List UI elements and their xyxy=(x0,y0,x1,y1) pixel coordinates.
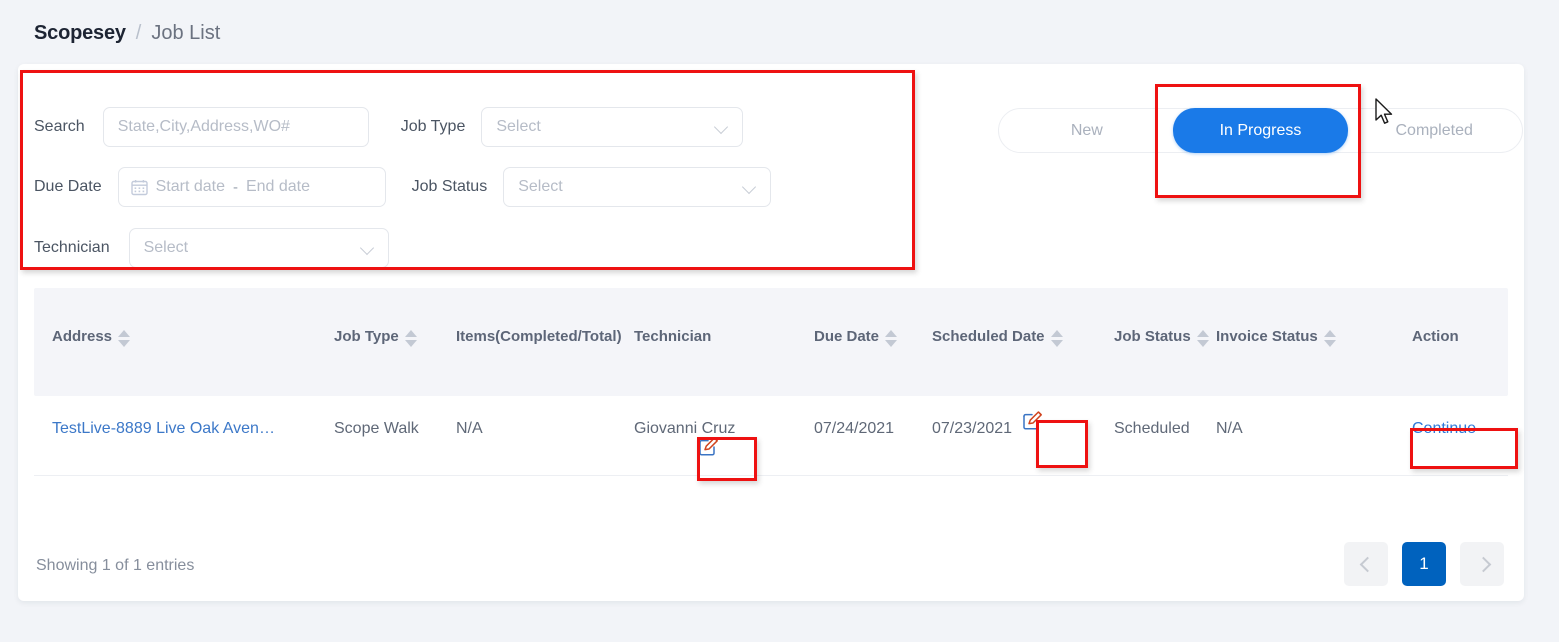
status-tab-group: New In Progress Completed xyxy=(998,108,1523,153)
technician-value: Select xyxy=(143,239,189,256)
breadcrumb-separator: / xyxy=(135,22,142,44)
cell-technician: Giovanni Cruz xyxy=(634,396,814,470)
pagination-next-button[interactable] xyxy=(1460,542,1504,586)
cell-items: N/A xyxy=(456,420,483,437)
job-type-label: Job Type xyxy=(400,118,466,135)
column-header-job-status[interactable]: Job Status xyxy=(1114,288,1216,348)
column-label: Address xyxy=(52,328,113,345)
tab-in-progress[interactable]: In Progress xyxy=(1172,108,1349,153)
column-label: Job Status xyxy=(1114,328,1191,345)
start-date-placeholder: Start date xyxy=(155,178,225,195)
breadcrumb-current-page: Job List xyxy=(151,22,221,44)
cell-address: TestLive-8889 Live Oak Aven… xyxy=(34,396,334,440)
job-list-card: Search State,City,Address,WO# Job Type S… xyxy=(18,64,1524,601)
chevron-down-icon xyxy=(742,179,758,195)
end-date-placeholder: End date xyxy=(245,178,311,195)
job-type-select[interactable]: Select xyxy=(481,107,744,147)
column-label: Due Date xyxy=(814,328,880,345)
technician-name: Giovanni Cruz xyxy=(634,420,736,437)
job-table: Address Job Type Items(Completed/Total) … xyxy=(34,288,1508,476)
column-header-items: Items(Completed/Total) xyxy=(456,288,634,348)
cell-scheduled-date: 07/23/2021 xyxy=(932,396,1114,449)
scheduled-date-edit-button[interactable] xyxy=(1020,408,1044,439)
filter-row-1: Search State,City,Address,WO# Job Type S… xyxy=(34,107,744,147)
column-header-technician: Technician xyxy=(634,288,814,348)
sort-icon[interactable] xyxy=(1196,330,1209,347)
tab-new[interactable]: New xyxy=(999,109,1175,152)
column-label: Invoice Status xyxy=(1216,328,1318,345)
column-label: Technician xyxy=(634,328,712,345)
due-date-label: Due Date xyxy=(34,178,102,195)
cell-due-date: 07/24/2021 xyxy=(814,420,895,437)
table-header-row: Address Job Type Items(Completed/Total) … xyxy=(34,288,1508,396)
cell-invoice-status: N/A xyxy=(1216,420,1243,437)
sort-icon[interactable] xyxy=(1323,330,1336,347)
search-input[interactable]: State,City,Address,WO# xyxy=(102,107,369,147)
due-date-range-input[interactable]: Start date - End date xyxy=(117,167,386,207)
filter-row-3: Technician Select xyxy=(34,228,389,268)
technician-select[interactable]: Select xyxy=(128,228,389,268)
column-header-job-type[interactable]: Job Type xyxy=(334,288,456,348)
breadcrumb-app-name[interactable]: Scopesey xyxy=(34,22,126,45)
job-type-value: Select xyxy=(496,118,541,135)
search-placeholder: State,City,Address,WO# xyxy=(117,118,290,135)
filter-panel: Search State,City,Address,WO# Job Type S… xyxy=(18,64,918,269)
sort-icon[interactable] xyxy=(118,330,131,347)
sort-icon[interactable] xyxy=(1050,330,1063,347)
search-label: Search xyxy=(34,118,85,135)
column-header-invoice-status[interactable]: Invoice Status xyxy=(1216,288,1412,348)
calendar-icon xyxy=(130,179,148,195)
edit-pencil-icon xyxy=(699,436,718,456)
filter-row-2: Due Date Start date - End date Job Statu… xyxy=(34,167,772,207)
column-header-scheduled-date[interactable]: Scheduled Date xyxy=(932,288,1114,348)
tab-completed[interactable]: Completed xyxy=(1346,109,1522,152)
pagination-page-1[interactable]: 1 xyxy=(1402,542,1446,586)
technician-label: Technician xyxy=(34,239,110,256)
column-header-address[interactable]: Address xyxy=(34,288,334,348)
entries-count: Showing 1 of 1 entries xyxy=(36,557,195,574)
address-link[interactable]: TestLive-8889 Live Oak Aven… xyxy=(52,420,275,437)
job-status-label: Job Status xyxy=(411,178,488,195)
cell-job-status: Scheduled xyxy=(1114,420,1190,437)
sort-icon[interactable] xyxy=(404,330,417,347)
column-label: Scheduled Date xyxy=(932,328,1045,345)
cell-action: Continue xyxy=(1412,396,1508,440)
sort-icon[interactable] xyxy=(885,330,898,347)
cell-job-type: Scope Walk xyxy=(334,420,419,437)
pagination: 1 xyxy=(1344,542,1504,586)
column-header-action: Action xyxy=(1412,288,1508,348)
job-status-select[interactable]: Select xyxy=(503,167,772,207)
column-label: Items(Completed/Total) xyxy=(456,328,622,345)
edit-pencil-icon xyxy=(1023,411,1043,430)
scheduled-date-value: 07/23/2021 xyxy=(932,420,1013,437)
chevron-down-icon xyxy=(360,240,376,256)
continue-action-link[interactable]: Continue xyxy=(1412,420,1476,437)
chevron-down-icon xyxy=(714,119,730,135)
breadcrumb: Scopesey / Job List xyxy=(34,22,220,45)
date-range-separator: - xyxy=(232,178,238,196)
column-label: Job Type xyxy=(334,328,399,345)
technician-edit-button[interactable] xyxy=(696,434,720,465)
pagination-prev-button[interactable] xyxy=(1344,542,1388,586)
column-label: Action xyxy=(1412,328,1459,345)
column-header-due-date[interactable]: Due Date xyxy=(814,288,932,348)
chevron-left-icon xyxy=(1360,558,1372,570)
job-status-value: Select xyxy=(518,178,563,195)
table-row: TestLive-8889 Live Oak Aven… Scope Walk … xyxy=(34,396,1508,476)
chevron-right-icon xyxy=(1476,558,1488,570)
